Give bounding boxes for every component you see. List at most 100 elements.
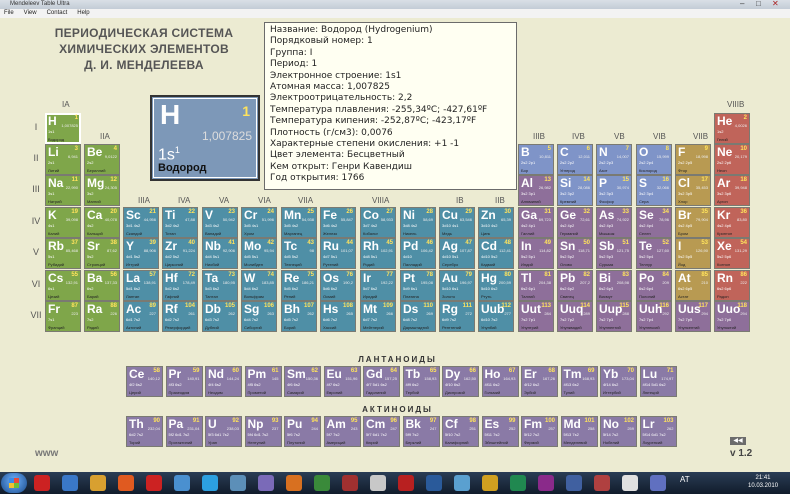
element-cell-ac[interactable]: Ac 89 227 6d1 7s2 Актиний xyxy=(123,301,159,332)
exit-icon[interactable]: ◀◀ xyxy=(730,437,746,445)
maximize-icon[interactable]: □ xyxy=(756,0,761,9)
element-cell-np[interactable]: Np 93 237 5f4 6d1 7s2 Нептуний xyxy=(244,416,282,447)
element-cell-uuh[interactable]: Uuh 116 292 7s2 7p4 Унунгексий xyxy=(636,301,672,332)
element-cell-fr[interactable]: Fr 87 223 7s1 Франций xyxy=(45,301,81,332)
element-cell-bh[interactable]: Bh 107 262 6d5 7s2 Борий xyxy=(281,301,317,332)
app-icon[interactable] xyxy=(258,475,274,491)
folder-icon[interactable] xyxy=(90,475,106,491)
element-cell-gd[interactable]: Gd 64 157,25 4f7 5d1 6s2 Гадолиний xyxy=(363,366,400,397)
element-cell-na[interactable]: Na 11 22,990 3s1 Натрий xyxy=(45,175,81,206)
minimize-icon[interactable]: – xyxy=(740,0,744,9)
element-cell-mt[interactable]: Mt 109 266 6d7 7s2 Мейтнерий xyxy=(360,301,396,332)
element-cell-ds[interactable]: Ds 110 269 6d8 7s2 Дармштадтий xyxy=(400,301,436,332)
language-indicator[interactable]: AT xyxy=(680,475,690,484)
element-cell-cf[interactable]: Cf 98 251 5f10 7s2 Калифорний xyxy=(442,416,479,447)
app-icon[interactable] xyxy=(482,475,498,491)
element-cell-cd[interactable]: Cd 48 112,41 4d10 5s2 Кадмий xyxy=(478,238,514,269)
element-cell-bk[interactable]: Bk 97 247 5f9 7s2 Берклий xyxy=(402,416,440,447)
element-cell-cu[interactable]: Cu 29 63,546 3d10 4s1 Медь xyxy=(439,207,475,238)
element-cell-at[interactable]: At 85 210 6s2 6p5 Астат xyxy=(675,270,711,301)
element-cell-sr[interactable]: Sr 38 87,62 5s2 Стронций xyxy=(84,238,120,269)
element-cell-fe[interactable]: Fe 26 55,847 3d6 4s2 Железо xyxy=(320,207,356,238)
menu-file[interactable]: File xyxy=(4,10,14,16)
element-cell-u[interactable]: U 92 238,03 5f3 6d1 7s2 Уран xyxy=(205,416,242,447)
element-cell-dy[interactable]: Dy 66 162,50 4f10 6s2 Диспрозий xyxy=(442,366,479,397)
element-cell-ag[interactable]: Ag 47 107,87 4d10 5s1 Серебро xyxy=(439,238,475,269)
element-cell-am[interactable]: Am 95 243 5f7 7s2 Америций xyxy=(323,416,361,447)
element-cell-ni[interactable]: Ni 28 58,69 3d8 4s2 Никель xyxy=(400,207,436,238)
element-cell-db[interactable]: Db 105 262 6d3 7s2 Дубний xyxy=(202,301,238,332)
element-cell-nd[interactable]: Nd 60 144,24 4f4 6s2 Неодим xyxy=(205,366,242,397)
app-icon[interactable] xyxy=(342,475,358,491)
opera-icon[interactable] xyxy=(146,475,162,491)
element-cell-rn[interactable]: Rn 86 222 6s2 6p6 Радон xyxy=(714,270,750,301)
browser-icon[interactable] xyxy=(118,475,134,491)
element-cell-uuo[interactable]: Uuo 118 294 7s2 7p6 Унуноктий xyxy=(714,301,750,332)
element-cell-uuq[interactable]: Uuq 114 289 7s2 7p2 Унунквадий xyxy=(557,301,593,332)
element-cell-p[interactable]: P 15 30,974 3s2 3p3 Фосфор xyxy=(596,175,632,206)
element-cell-es[interactable]: Es 99 252 5f11 7s2 Эйнштейний xyxy=(481,416,519,447)
element-cell-uus[interactable]: Uus 117 294 7s2 7p5 Унунсептий xyxy=(675,301,711,332)
element-cell-sb[interactable]: Sb 51 121,75 5s2 5p3 Сурьма xyxy=(596,238,632,269)
element-cell-md[interactable]: Md 101 258 5f13 7s2 Менделевий xyxy=(560,416,598,447)
element-cell-ba[interactable]: Ba 56 137,33 6s2 Барий xyxy=(84,270,120,301)
element-cell-rg[interactable]: Rg 111 272 6d9 7s2 Рентгений xyxy=(439,301,475,332)
element-cell-au[interactable]: Au 79 196,97 5d10 6s1 Золото xyxy=(439,270,475,301)
element-cell-s[interactable]: S 16 32,066 3s2 3p4 Сера xyxy=(636,175,672,206)
element-cell-yb[interactable]: Yb 70 173,04 4f14 6s2 Иттербий xyxy=(600,366,637,397)
element-cell-cl[interactable]: Cl 17 35,453 3s2 3p5 Хлор xyxy=(675,175,711,206)
element-cell-f[interactable]: F 9 18,998 2s2 2p5 Фтор xyxy=(675,144,711,175)
element-cell-mo[interactable]: Mo 42 95,94 4d5 5s1 Молибден xyxy=(241,238,277,269)
website-label[interactable]: www xyxy=(35,448,58,459)
pdf-icon[interactable] xyxy=(398,475,414,491)
element-cell-no[interactable]: No 102 259 5f14 7s2 Нобелий xyxy=(600,416,637,447)
element-cell-uup[interactable]: Uup 115 288 7s2 7p3 Унунпентий xyxy=(596,301,632,332)
element-cell-in[interactable]: In 49 114,82 5s2 5p1 Индий xyxy=(518,238,554,269)
element-cell-tm[interactable]: Tm 69 168,93 4f13 6s2 Тулий xyxy=(560,366,598,397)
element-cell-h[interactable]: H 1 1,007825 1s1 Водород xyxy=(45,113,81,144)
element-cell-er[interactable]: Er 68 167,26 4f12 6s2 Эрбий xyxy=(521,366,558,397)
element-cell-ir[interactable]: Ir 77 192,22 5d7 6s2 Иридий xyxy=(360,270,396,301)
start-button[interactable] xyxy=(1,473,27,493)
element-cell-pa[interactable]: Pa 91 231,04 5f2 6d1 7s2 Протактиний xyxy=(165,416,203,447)
element-cell-be[interactable]: Be 4 9,0122 2s2 Бериллий xyxy=(84,144,120,175)
element-cell-cm[interactable]: Cm 96 247 5f7 6d1 7s2 Кюрий xyxy=(363,416,400,447)
element-cell-as[interactable]: As 33 74,922 4s2 4p3 Мышьяк xyxy=(596,207,632,238)
element-cell-rb[interactable]: Rb 37 85,468 5s1 Рубидий xyxy=(45,238,81,269)
element-cell-sm[interactable]: Sm 62 150,36 4f6 6s2 Самарий xyxy=(284,366,321,397)
app-icon[interactable] xyxy=(510,475,526,491)
element-cell-se[interactable]: Se 34 78,96 4s2 4p4 Селен xyxy=(636,207,672,238)
element-cell-te[interactable]: Te 52 127,60 5s2 5p4 Теллур xyxy=(636,238,672,269)
element-cell-lu[interactable]: Lu 71 174,97 4f14 5d1 6s2 Лютеций xyxy=(639,366,677,397)
app-icon[interactable] xyxy=(426,475,442,491)
element-cell-kr[interactable]: Kr 36 83,80 4s2 4p6 Криптон xyxy=(714,207,750,238)
app-icon[interactable] xyxy=(566,475,582,491)
element-cell-hs[interactable]: Hs 108 265 6d6 7s2 Хассий xyxy=(320,301,356,332)
element-cell-rh[interactable]: Rh 45 102,91 4d8 5s1 Родий xyxy=(360,238,396,269)
element-cell-cs[interactable]: Cs 55 132,91 6s1 Цезий xyxy=(45,270,81,301)
element-cell-zr[interactable]: Zr 40 91,224 4d2 5s2 Цирконий xyxy=(162,238,198,269)
element-cell-sn[interactable]: Sn 50 118,71 5s2 5p2 Олово xyxy=(557,238,593,269)
element-cell-pd[interactable]: Pd 46 106,42 4d10 Палладий xyxy=(400,238,436,269)
element-cell-pu[interactable]: Pu 94 244 5f6 7s2 Плутоний xyxy=(284,416,321,447)
app-icon[interactable] xyxy=(62,475,78,491)
element-cell-uub[interactable]: Uub 112 277 6d10 7s2 Унунбий xyxy=(478,301,514,332)
element-cell-ho[interactable]: Ho 67 164,93 4f11 6s2 Гольмий xyxy=(481,366,519,397)
element-cell-eu[interactable]: Eu 63 151,96 4f7 6s2 Европий xyxy=(323,366,361,397)
element-cell-os[interactable]: Os 76 190,2 5d6 6s2 Осмий xyxy=(320,270,356,301)
element-cell-ra[interactable]: Ra 88 226 7s2 Радий xyxy=(84,301,120,332)
element-cell-b[interactable]: B 5 10,811 2s2 2p1 Бор xyxy=(518,144,554,175)
element-cell-pb[interactable]: Pb 82 207,2 6s2 6p2 Свинец xyxy=(557,270,593,301)
element-cell-pr[interactable]: Pr 59 140,91 4f3 6s2 Празеодим xyxy=(165,366,203,397)
element-cell-uut[interactable]: Uut 113 284 7s2 7p1 Унунтрий xyxy=(518,301,554,332)
element-cell-k[interactable]: K 19 39,098 4s1 Калий xyxy=(45,207,81,238)
element-cell-hg[interactable]: Hg 80 200,59 5d10 6s2 Ртуть xyxy=(478,270,514,301)
element-cell-y[interactable]: Y 39 88,906 4d1 5s2 Иттрий xyxy=(123,238,159,269)
element-cell-co[interactable]: Co 27 58,933 3d7 4s2 Кобальт xyxy=(360,207,396,238)
skype-icon[interactable] xyxy=(202,475,218,491)
element-cell-al[interactable]: Al 13 26,982 3s2 3p1 Алюминий xyxy=(518,175,554,206)
app-icon[interactable] xyxy=(34,475,50,491)
menu-contact[interactable]: Contact xyxy=(47,10,68,16)
element-cell-cr[interactable]: Cr 24 51,996 3d5 4s1 Хром xyxy=(241,207,277,238)
app-icon[interactable] xyxy=(594,475,610,491)
